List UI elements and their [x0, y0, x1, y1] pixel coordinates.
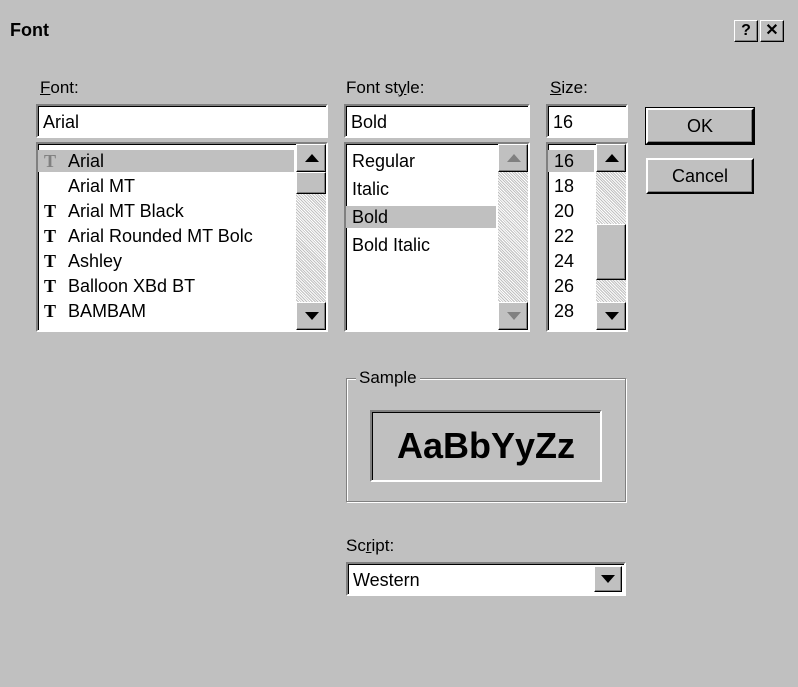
size-label: Size:: [550, 78, 588, 97]
help-button[interactable]: ?: [734, 20, 758, 42]
size-list-item[interactable]: 16: [548, 150, 594, 172]
dialog-title: Font: [10, 20, 49, 40]
font-scroll-thumb[interactable]: [296, 172, 326, 194]
cancel-button[interactable]: Cancel: [646, 158, 754, 194]
size-list-item[interactable]: 18: [548, 175, 594, 197]
font-list-item-label: BAMBAM: [68, 301, 147, 321]
size-list-scrollbar[interactable]: [596, 144, 626, 330]
sample-text: AaBbYyZz: [396, 425, 576, 466]
font-list-item-label: Ashley: [68, 251, 123, 271]
truetype-font-icon: T: [44, 201, 57, 221]
size-value: 16: [553, 112, 574, 132]
font-scroll-down-button[interactable]: [296, 302, 326, 330]
size-list-item[interactable]: 26: [548, 275, 594, 297]
script-dropdown-button[interactable]: [594, 566, 622, 592]
size-scroll-up-button[interactable]: [596, 144, 626, 172]
font-label: Font:: [40, 78, 79, 97]
size-list-item[interactable]: 20: [548, 200, 594, 222]
font-style-value: Bold: [351, 112, 388, 132]
size-list[interactable]: 16 18 20 22 24 26 28: [546, 142, 628, 332]
close-button[interactable]: ✕: [760, 20, 784, 42]
size-scroll-thumb[interactable]: [596, 224, 626, 280]
font-style-list-item[interactable]: Bold: [346, 206, 496, 228]
ok-button[interactable]: OK: [645, 107, 755, 145]
font-list-item-label: Arial MT: [68, 176, 135, 196]
font-list[interactable]: T Arial Arial MT T Arial MT Black T Arial Roun…: [36, 142, 328, 332]
font-style-list[interactable]: Regular Italic Bold Bold Italic: [344, 142, 530, 332]
style-list-scrollbar: [498, 144, 528, 330]
font-style-list-item[interactable]: Regular: [346, 150, 496, 172]
chevron-down-icon: [601, 575, 615, 583]
style-scroll-down-button: [498, 302, 528, 330]
arrow-up-icon: [507, 154, 521, 162]
font-list-item[interactable]: T Arial Rounded MT Bolc: [38, 225, 294, 247]
script-select[interactable]: Western: [346, 562, 626, 596]
font-scroll-up-button[interactable]: [296, 144, 326, 172]
script-value: Western: [353, 570, 420, 590]
font-list-item[interactable]: T Arial MT Black: [38, 200, 294, 222]
truetype-font-icon: T: [44, 301, 57, 321]
font-list-item-label: Arial MT Black: [68, 201, 184, 221]
title-bar: Font ? ✕: [0, 0, 798, 44]
arrow-up-icon: [605, 154, 619, 162]
font-list-scrollbar[interactable]: [296, 144, 326, 330]
font-list-item[interactable]: Arial MT: [38, 175, 294, 197]
arrow-down-icon: [605, 312, 619, 320]
style-scroll-up-button: [498, 144, 528, 172]
sample-preview: AaBbYyZz: [370, 410, 602, 482]
font-list-item-label: Balloon XBd BT: [68, 276, 196, 296]
font-style-label: Font style:: [346, 78, 425, 97]
truetype-font-icon: T: [44, 151, 57, 171]
font-style-list-item[interactable]: Bold Italic: [346, 234, 496, 256]
size-list-item[interactable]: 22: [548, 225, 594, 247]
font-name-input[interactable]: Arial: [36, 104, 328, 138]
size-input[interactable]: 16: [546, 104, 628, 138]
truetype-font-icon: T: [44, 251, 57, 271]
font-dialog: Font ? ✕ Font: Arial T Arial Arial MT T Aria…: [0, 0, 798, 687]
truetype-font-icon: T: [44, 276, 57, 296]
font-list-item-label: Arial Rounded MT Bolc: [68, 226, 253, 246]
truetype-font-icon: T: [44, 226, 57, 246]
size-list-item[interactable]: 28: [548, 300, 594, 322]
script-label: Script:: [346, 536, 395, 555]
size-scroll-down-button[interactable]: [596, 302, 626, 330]
font-name-value: Arial: [43, 112, 80, 132]
arrow-down-icon: [305, 312, 319, 320]
font-list-item[interactable]: T BAMBAM: [38, 300, 294, 322]
font-list-item[interactable]: T Arial: [38, 150, 294, 172]
arrow-down-icon: [507, 312, 521, 320]
font-style-input[interactable]: Bold: [344, 104, 530, 138]
font-list-item[interactable]: T Ashley: [38, 250, 294, 272]
font-list-item-label: Arial: [68, 151, 105, 171]
arrow-up-icon: [305, 154, 319, 162]
font-style-list-item[interactable]: Italic: [346, 178, 496, 200]
font-list-item[interactable]: T Balloon XBd BT: [38, 275, 294, 297]
size-list-item[interactable]: 24: [548, 250, 594, 272]
sample-group-label: Sample: [356, 368, 420, 388]
